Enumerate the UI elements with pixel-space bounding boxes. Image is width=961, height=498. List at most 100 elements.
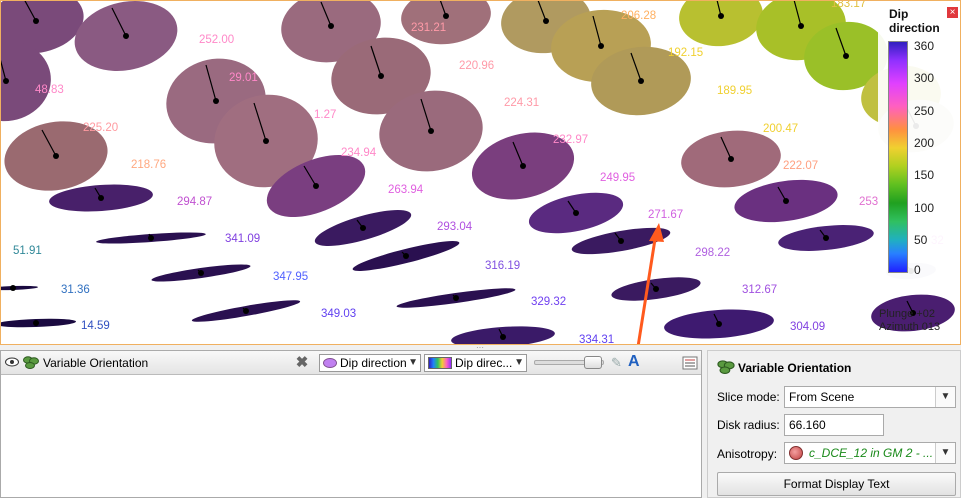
properties-title: Variable Orientation: [738, 361, 852, 375]
dip-direction-label: 293.04: [437, 221, 473, 233]
dip-direction-label: 183.17: [831, 1, 866, 10]
dip-direction-label: 200.47: [763, 123, 798, 135]
plunge-text: Plunge +02: [879, 308, 935, 320]
variable-orientation-icon: [23, 356, 39, 369]
legend-close-icon[interactable]: ×: [947, 7, 958, 18]
legend-tick: 300: [914, 71, 935, 85]
dip-direction-label: 189.95: [717, 85, 752, 97]
dip-direction-label: 231.21: [411, 22, 446, 34]
disk-swatch-icon: [323, 358, 337, 368]
chevron-down-icon: ▼: [514, 357, 524, 368]
view-orientation-info: Plunge +02 Azimuth 013: [879, 308, 940, 334]
orientation-disk: [314, 210, 412, 246]
properties-panel: Variable Orientation Slice mode: From Sc…: [707, 350, 961, 498]
legend-tick: 150: [914, 168, 935, 182]
disk-plot: 252.00 231.21 206.28 183.17 192.15 48.83 29.01…: [1, 1, 955, 345]
dip-direction-label: 263.94: [388, 184, 424, 196]
dip-direction-label: 304.09: [790, 321, 825, 333]
legend-tick: 50: [914, 233, 928, 247]
dip-direction-label: 225.20: [83, 122, 118, 134]
anisotropy-label: Anisotropy:: [717, 447, 778, 461]
orientation-disk: [151, 264, 251, 282]
dip-direction-label: 48.83: [35, 84, 64, 96]
dip-direction-label: 312.67: [742, 284, 777, 296]
anisotropy-ellipsoid-icon: [789, 446, 803, 460]
dip-direction-label: 298.22: [695, 247, 730, 259]
orientation-disk: [352, 241, 460, 271]
eye-icon[interactable]: [5, 357, 19, 367]
slice-mode-label: Slice mode:: [717, 390, 780, 404]
text-label-icon[interactable]: A: [628, 353, 646, 371]
color-legend[interactable]: Dip direction × 360 300 250 200 150 100 …: [878, 5, 960, 281]
dip-direction-label: 232.97: [553, 134, 588, 146]
layer-panel: Variable Orientation ✖ Dip direction ▼ D…: [0, 350, 702, 498]
legend-tick: 360: [914, 39, 935, 53]
legend-tick: 0: [914, 263, 921, 277]
orientation-disk: [96, 232, 206, 244]
dip-direction-label: 192.15: [668, 47, 703, 59]
dip-direction-label: 271.67: [648, 209, 683, 221]
dip-direction-label: 252.00: [199, 34, 234, 46]
slice-mode-select[interactable]: From Scene ▼: [784, 386, 956, 408]
layer-title: Variable Orientation: [43, 356, 149, 370]
dip-direction-label: 347.95: [273, 271, 308, 283]
azimuth-text: Azimuth 013: [879, 321, 941, 333]
anisotropy-value: c_DCE_12 in GM 2 - ...: [809, 446, 934, 460]
dip-direction-label: 349.03: [321, 308, 356, 320]
orientation-disk: [1, 285, 38, 291]
orientation-disk: [681, 130, 781, 188]
colormap-swatch-icon: [428, 357, 452, 369]
legend-color-bar: [888, 41, 908, 273]
orientation-disk: [679, 1, 763, 47]
layer-row[interactable]: Variable Orientation ✖ Dip direction ▼ D…: [1, 351, 701, 375]
dip-direction-label: 224.31: [504, 97, 539, 109]
legend-tick: 250: [914, 104, 935, 118]
pick-pencil-icon[interactable]: ✎: [611, 355, 627, 371]
orientation-disk: [611, 277, 701, 301]
dip-direction-label: 253: [859, 196, 878, 208]
dip-direction-label: 316.19: [485, 260, 520, 272]
orientation-disk: [1, 318, 76, 328]
orientation-disk: [778, 225, 874, 251]
dip-direction-label: 29.01: [229, 72, 258, 84]
disk-radius-label: Disk radius:: [717, 418, 780, 432]
dip-direction-label: 341.09: [225, 233, 260, 245]
orientation-disk: [451, 326, 555, 344]
slice-mode-value: From Scene: [789, 390, 855, 404]
legend-tick: 200: [914, 136, 935, 150]
format-display-text-button[interactable]: Format Display Text: [717, 472, 956, 496]
chevron-down-icon: ▼: [935, 387, 955, 407]
anisotropy-select[interactable]: c_DCE_12 in GM 2 - ... ▼: [784, 442, 956, 464]
attribute-value: Dip direction: [340, 356, 407, 370]
dip-direction-label: 14.59: [81, 320, 110, 332]
dip-direction-label: 51.91: [13, 245, 42, 257]
orientation-disk: [396, 288, 516, 308]
dip-direction-label: 294.87: [177, 196, 212, 208]
dip-direction-label: 1.27: [314, 109, 336, 121]
remove-layer-icon[interactable]: ✖: [294, 355, 310, 371]
chevron-down-icon: ▼: [935, 443, 955, 463]
chevron-down-icon: ▼: [408, 357, 418, 368]
disk-radius-value: 66.160: [789, 418, 826, 432]
variable-orientation-icon: [717, 360, 735, 374]
colormap-value: Dip direc...: [455, 356, 513, 370]
dip-direction-label: 31.36: [61, 284, 90, 296]
properties-list-icon[interactable]: [682, 355, 698, 371]
opacity-slider-handle[interactable]: [584, 356, 602, 369]
dip-direction-label: 234.94: [341, 147, 377, 159]
legend-tick: 100: [914, 201, 935, 215]
disk-radius-input[interactable]: 66.160: [784, 414, 884, 436]
dip-direction-label: 220.96: [459, 60, 494, 72]
attribute-dropdown[interactable]: Dip direction ▼: [319, 354, 421, 372]
dip-direction-label: 249.95: [600, 172, 635, 184]
orientation-disk: [664, 309, 774, 339]
dip-direction-label: 206.28: [621, 10, 656, 22]
orientation-disk: [191, 300, 301, 322]
dip-direction-label: 218.76: [131, 159, 166, 171]
orientation-disk: [74, 1, 178, 71]
colormap-dropdown[interactable]: Dip direc... ▼: [424, 354, 527, 372]
3d-scene-view[interactable]: 252.00 231.21 206.28 183.17 192.15 48.83 29.01…: [0, 0, 961, 345]
dip-direction-label: 222.07: [783, 160, 818, 172]
dip-direction-label: 329.32: [531, 296, 566, 308]
dip-direction-label: 334.31: [579, 334, 614, 345]
